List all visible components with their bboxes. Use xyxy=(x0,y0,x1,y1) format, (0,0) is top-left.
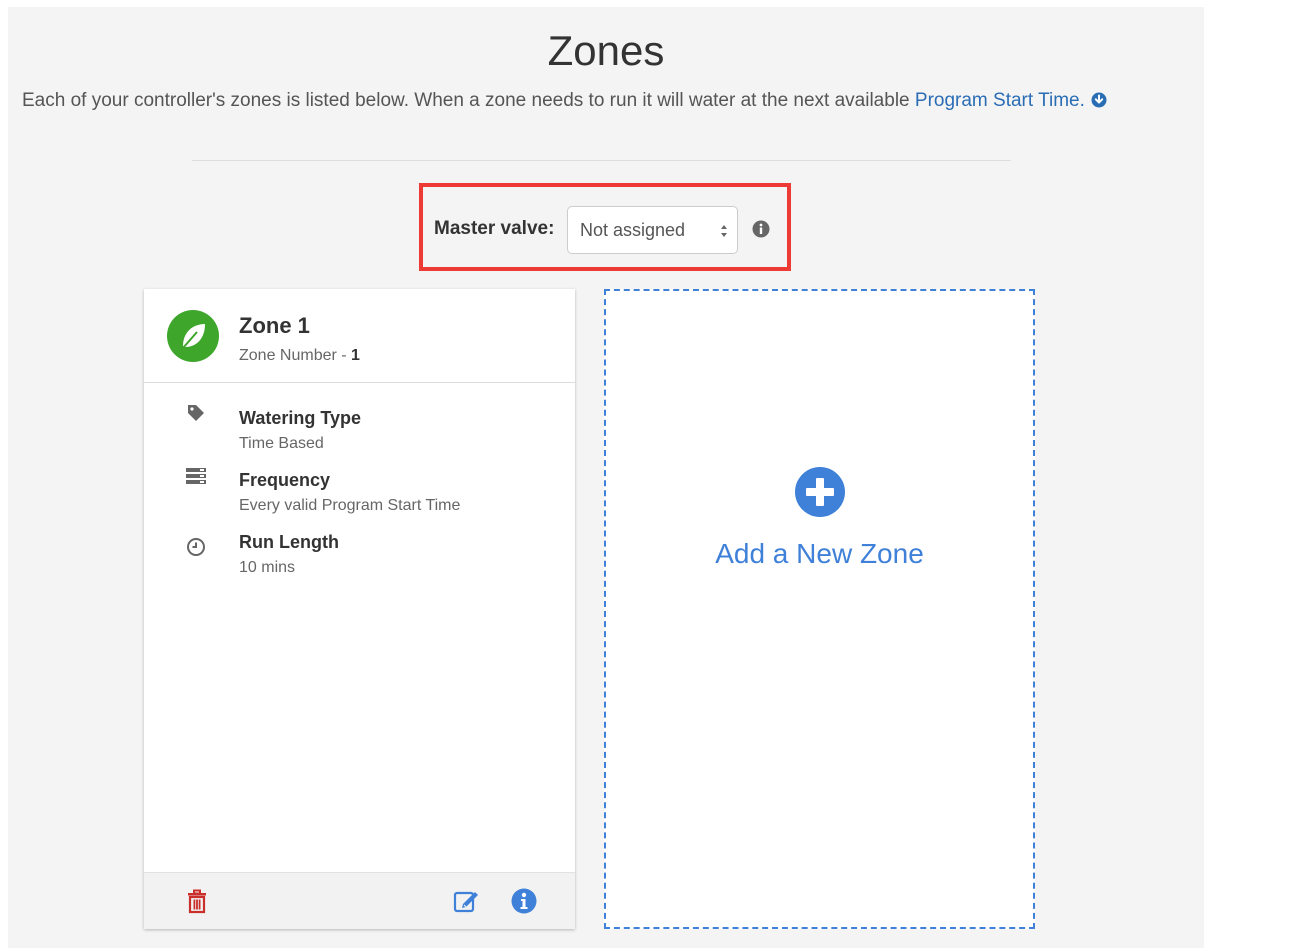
zones-panel: Zones Each of your controller's zones is… xyxy=(8,7,1204,948)
zone-number-prefix: Zone Number - xyxy=(239,347,352,364)
edit-icon[interactable] xyxy=(453,888,479,914)
zone-number: Zone Number - 1 xyxy=(239,345,360,367)
master-valve-info-icon[interactable] xyxy=(752,220,770,238)
watering-type-title: Watering Type xyxy=(239,408,362,428)
page-title: Zones xyxy=(547,27,665,74)
trash-icon[interactable] xyxy=(184,888,210,914)
master-valve-label: Master valve: xyxy=(434,218,555,239)
add-new-zone-button[interactable]: Add a New Zone xyxy=(604,289,1035,929)
master-valve-selected-value: Not assigned xyxy=(580,220,686,240)
zone-number-value: 1 xyxy=(351,347,360,364)
divider xyxy=(192,160,1011,161)
plus-circle-icon xyxy=(795,467,845,517)
list-icon xyxy=(185,465,207,487)
tag-icon xyxy=(185,402,207,424)
master-valve-select[interactable]: Not assigned xyxy=(567,206,738,254)
intro-text: Each of your controller's zones is liste… xyxy=(22,89,1202,113)
run-length-value: 10 mins xyxy=(239,559,296,576)
select-arrows-icon xyxy=(719,221,729,241)
zone-card: Zone 1 Zone Number - 1 Watering Type Tim… xyxy=(144,289,575,929)
info-icon[interactable] xyxy=(511,888,537,914)
clock-icon xyxy=(185,536,207,558)
zone-card-header: Zone 1 Zone Number - 1 xyxy=(144,289,575,383)
zone-name: Zone 1 xyxy=(239,313,310,338)
arrow-down-circle-icon[interactable] xyxy=(1091,91,1107,108)
watering-type-value: Time Based xyxy=(239,435,324,452)
frequency-title: Frequency xyxy=(239,470,331,490)
run-length-title: Run Length xyxy=(239,532,339,552)
frequency-value: Every valid Program Start Time xyxy=(239,497,461,514)
program-start-time-link[interactable]: Program Start Time. xyxy=(915,90,1085,111)
zone-card-footer xyxy=(144,872,575,929)
intro-description: Each of your controller's zones is liste… xyxy=(22,90,915,111)
add-new-zone-label: Add a New Zone xyxy=(715,538,924,569)
leaf-icon xyxy=(167,310,219,362)
